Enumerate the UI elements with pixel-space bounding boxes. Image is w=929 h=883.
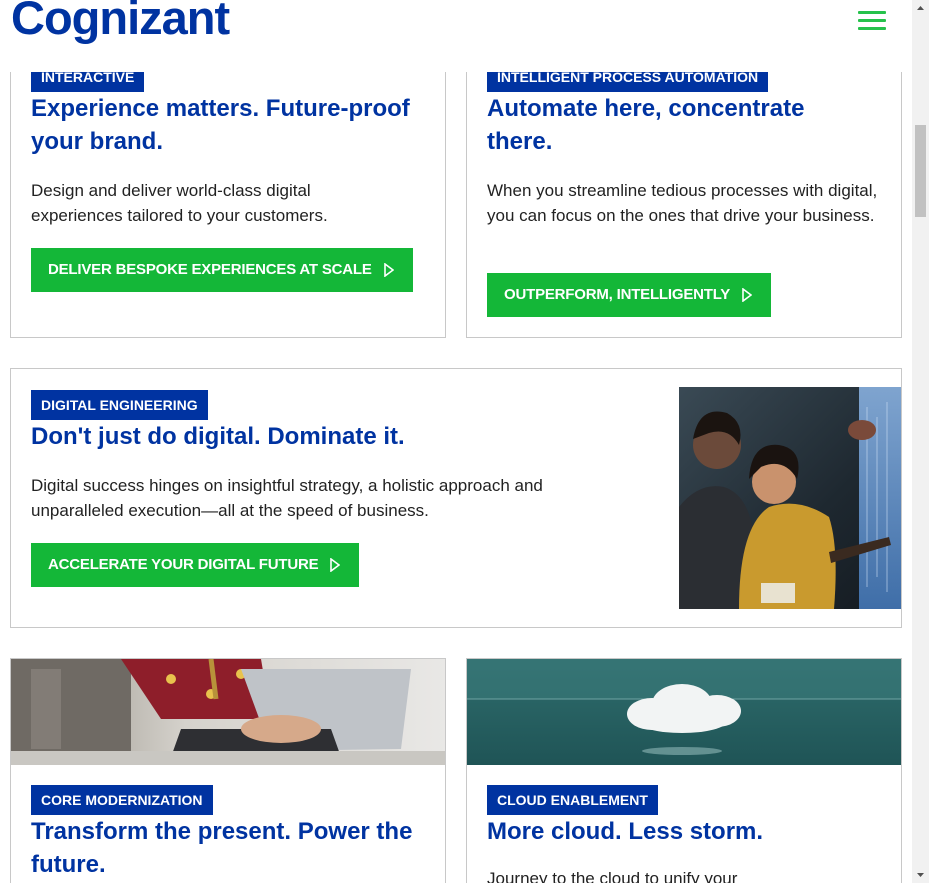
- modernization-card: CORE MODERNIZATION Transform the present…: [10, 658, 446, 883]
- outperform-button[interactable]: OUTPERFORM, INTELLIGENTLY: [487, 273, 772, 317]
- accelerate-future-label: ACCELERATE YOUR DIGITAL FUTURE: [48, 556, 319, 573]
- cloud-title: More cloud. Less storm.: [487, 818, 764, 845]
- cloud-tag: CLOUD ENABLEMENT: [487, 785, 658, 815]
- scrollbar-thumb[interactable]: [915, 125, 926, 217]
- interactive-card: INTERACTIVE Experience matters. Future-p…: [10, 40, 446, 338]
- cloud-description: Journey to the cloud to unify your: [487, 869, 738, 883]
- cognizant-logo[interactable]: Cognizant: [11, 0, 230, 45]
- engineering-tag: DIGITAL ENGINEERING: [31, 390, 208, 420]
- play-arrow-icon: [742, 288, 753, 302]
- cloud-photo: [467, 659, 901, 765]
- automation-description: When you streamline tedious processes wi…: [487, 181, 878, 225]
- engineering-photo: [679, 387, 901, 609]
- play-arrow-icon: [330, 558, 341, 572]
- engineering-description: Digital success hinges on insightful str…: [31, 476, 543, 520]
- engineering-card: DIGITAL ENGINEERING Don't just do digita…: [10, 368, 902, 628]
- vertical-scrollbar[interactable]: [912, 0, 929, 883]
- site-header: Cognizant: [0, 0, 912, 72]
- hamburger-menu-icon[interactable]: [858, 11, 888, 33]
- engineering-title: Don't just do digital. Dominate it.: [31, 423, 405, 450]
- scroll-down-arrow-icon[interactable]: [912, 866, 929, 883]
- deliver-experiences-button[interactable]: DELIVER BESPOKE EXPERIENCES AT SCALE: [31, 248, 413, 292]
- play-arrow-icon: [383, 263, 394, 277]
- page-viewport: INTERACTIVE Experience matters. Future-p…: [0, 0, 912, 883]
- cloud-card: CLOUD ENABLEMENT More cloud. Less storm.…: [466, 658, 902, 883]
- automation-card: INTELLIGENT PROCESS AUTOMATION Automate …: [466, 40, 902, 338]
- automation-title: Automate here, concentrate there.: [487, 95, 805, 155]
- modernization-title: Transform the present. Power the future.: [31, 818, 413, 878]
- interactive-description: Design and deliver world-class digital e…: [31, 181, 328, 225]
- outperform-label: OUTPERFORM, INTELLIGENTLY: [504, 286, 731, 303]
- modernization-photo: [11, 659, 445, 765]
- interactive-title: Experience matters. Future-proof your br…: [31, 95, 410, 155]
- modernization-tag: CORE MODERNIZATION: [31, 785, 213, 815]
- scroll-up-arrow-icon[interactable]: [912, 0, 929, 17]
- deliver-experiences-label: DELIVER BESPOKE EXPERIENCES AT SCALE: [48, 261, 372, 278]
- accelerate-future-button[interactable]: ACCELERATE YOUR DIGITAL FUTURE: [31, 543, 360, 587]
